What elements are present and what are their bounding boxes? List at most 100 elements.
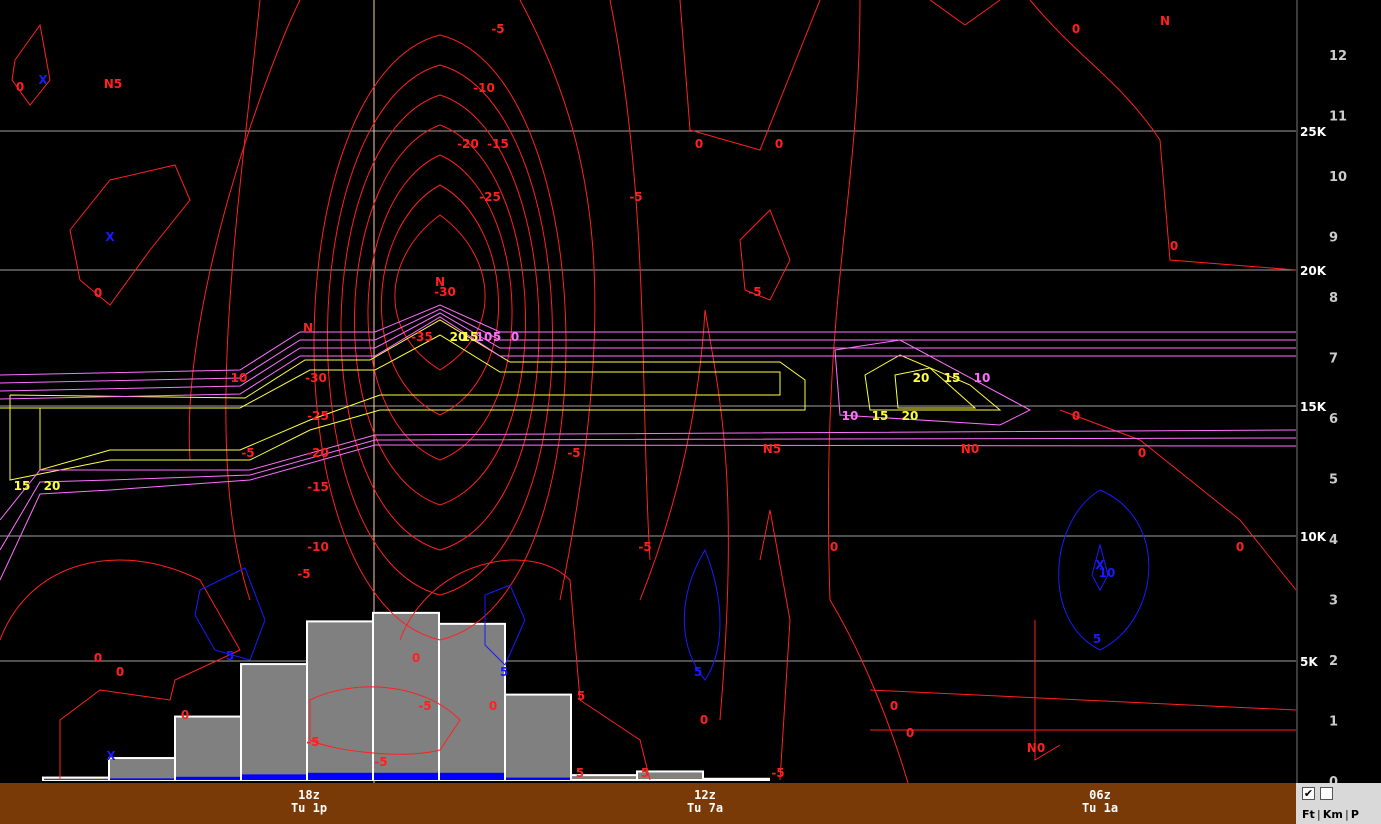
vortex-marker: X: [1095, 558, 1105, 572]
ft-label: 5K: [1300, 655, 1318, 669]
ft-label: 10K: [1300, 530, 1327, 544]
unit-km-button[interactable]: Km: [1321, 808, 1345, 821]
checkbox-1[interactable]: ✔: [1302, 787, 1315, 800]
ft-label: 20K: [1300, 264, 1327, 278]
contour-label: 0: [181, 708, 189, 722]
contour-line: [354, 124, 526, 506]
contour-label: 5: [500, 665, 508, 679]
contour-label: 5: [694, 665, 702, 679]
contour-label: 5: [576, 766, 584, 780]
contour-line: [380, 184, 500, 416]
contour-label: -15: [307, 480, 329, 494]
contour-label: 5: [493, 330, 501, 344]
contour-label: 15: [872, 409, 889, 423]
unit-selector: Ft | Km | P: [1300, 808, 1361, 821]
contour-label: -30: [305, 371, 327, 385]
contour-label: -5: [374, 755, 387, 769]
contour-label: N5: [104, 77, 122, 91]
time-label-12z: 12z Tu 7a: [665, 789, 745, 815]
contour-line: [313, 34, 567, 641]
contour-line: [929, 0, 1001, 26]
contour-label: -25: [479, 190, 501, 204]
km-tick-label: 0: [1329, 775, 1338, 783]
contour-label: 5: [641, 766, 649, 780]
km-tick-label: 9: [1329, 231, 1338, 246]
contour-line: [1034, 620, 1061, 761]
ft-label: 15K: [1300, 400, 1327, 414]
time-height-chart: 5K10K15K20K25K0123456789101112 -5 0N0 N5 -1…: [0, 0, 1347, 783]
contour-line: [759, 509, 791, 781]
contour-label: 10: [231, 371, 248, 385]
contour-label: 0: [511, 330, 519, 344]
km-tick-label: 4: [1329, 533, 1338, 548]
contour-label: 15: [14, 479, 31, 493]
km-tick-label: 3: [1329, 594, 1338, 609]
contour-line: [194, 567, 266, 661]
contour-line: [340, 94, 540, 551]
ft-label: 25K: [1300, 125, 1327, 139]
contour-label: -20: [457, 137, 479, 151]
contour-line: [679, 0, 821, 151]
vortex-marker: X: [105, 230, 115, 244]
contour-label: 0: [695, 137, 703, 151]
contour-label: -5: [567, 446, 580, 460]
precip-bar: [108, 757, 176, 781]
km-tick-label: 1: [1329, 715, 1338, 730]
contour-label: -35: [411, 330, 433, 344]
precip-bar: [702, 777, 770, 782]
contour-line: [9, 319, 806, 481]
contour-line: [69, 164, 191, 306]
contour-label: 0: [1138, 446, 1146, 460]
contour-label: -5: [748, 285, 761, 299]
contour-label: 0: [94, 286, 102, 300]
km-tick-label: 12: [1329, 49, 1347, 64]
contour-label: -10: [307, 540, 329, 554]
contour-label: -5: [491, 22, 504, 36]
contour-label: -5: [418, 699, 431, 713]
contour-line: [0, 437, 1297, 551]
time-label-bottom: Tu 7a: [686, 801, 724, 815]
contour-label: N0: [1027, 741, 1045, 755]
contour-label: 10: [476, 330, 493, 344]
contour-label: 0: [1072, 409, 1080, 423]
snow-bar: [242, 774, 306, 780]
contour-line: [1029, 0, 1297, 271]
contour-label: 5: [577, 689, 585, 703]
contour-label: 0: [890, 699, 898, 713]
contour-label: 5: [1093, 632, 1101, 646]
contour-label: 10: [974, 371, 991, 385]
time-label-18z: 18z Tu 1p: [269, 789, 349, 815]
contour-line: [827, 0, 909, 783]
contour-label: 0: [1072, 22, 1080, 36]
contour-label: -15: [487, 137, 509, 151]
contour-label: 20: [913, 371, 930, 385]
contour-label: 10: [842, 409, 859, 423]
contour-label: N: [303, 321, 313, 335]
contour-line: [0, 429, 1297, 521]
checkbox-2[interactable]: [1320, 787, 1333, 800]
contour-label: 0: [906, 726, 914, 740]
contour-label: -5: [638, 540, 651, 554]
unit-ft-button[interactable]: Ft: [1300, 808, 1317, 821]
contour-label: N0: [961, 442, 979, 456]
snow-bar: [308, 772, 372, 780]
contour-label: 20: [902, 409, 919, 423]
km-tick-label: 11: [1329, 110, 1347, 125]
contour-line: [834, 339, 1032, 426]
contour-label: 0: [412, 651, 420, 665]
time-label-06z: 06z Tu 1a: [1060, 789, 1140, 815]
precip-bar: [240, 663, 308, 781]
km-tick-label: 7: [1329, 352, 1338, 367]
contour-line: [609, 0, 651, 561]
contour-label: -5: [629, 190, 642, 204]
contour-label: 0: [16, 80, 24, 94]
precip-bar: [504, 693, 572, 781]
snow-bar: [440, 772, 504, 780]
contour-label: N: [1160, 14, 1170, 28]
contour-label: 0: [1236, 540, 1244, 554]
unit-p-button[interactable]: P: [1349, 808, 1361, 821]
contour-label: 20: [44, 479, 61, 493]
contour-label: 0: [489, 699, 497, 713]
km-tick-label: 2: [1329, 654, 1338, 669]
contour-line: [869, 689, 1297, 711]
